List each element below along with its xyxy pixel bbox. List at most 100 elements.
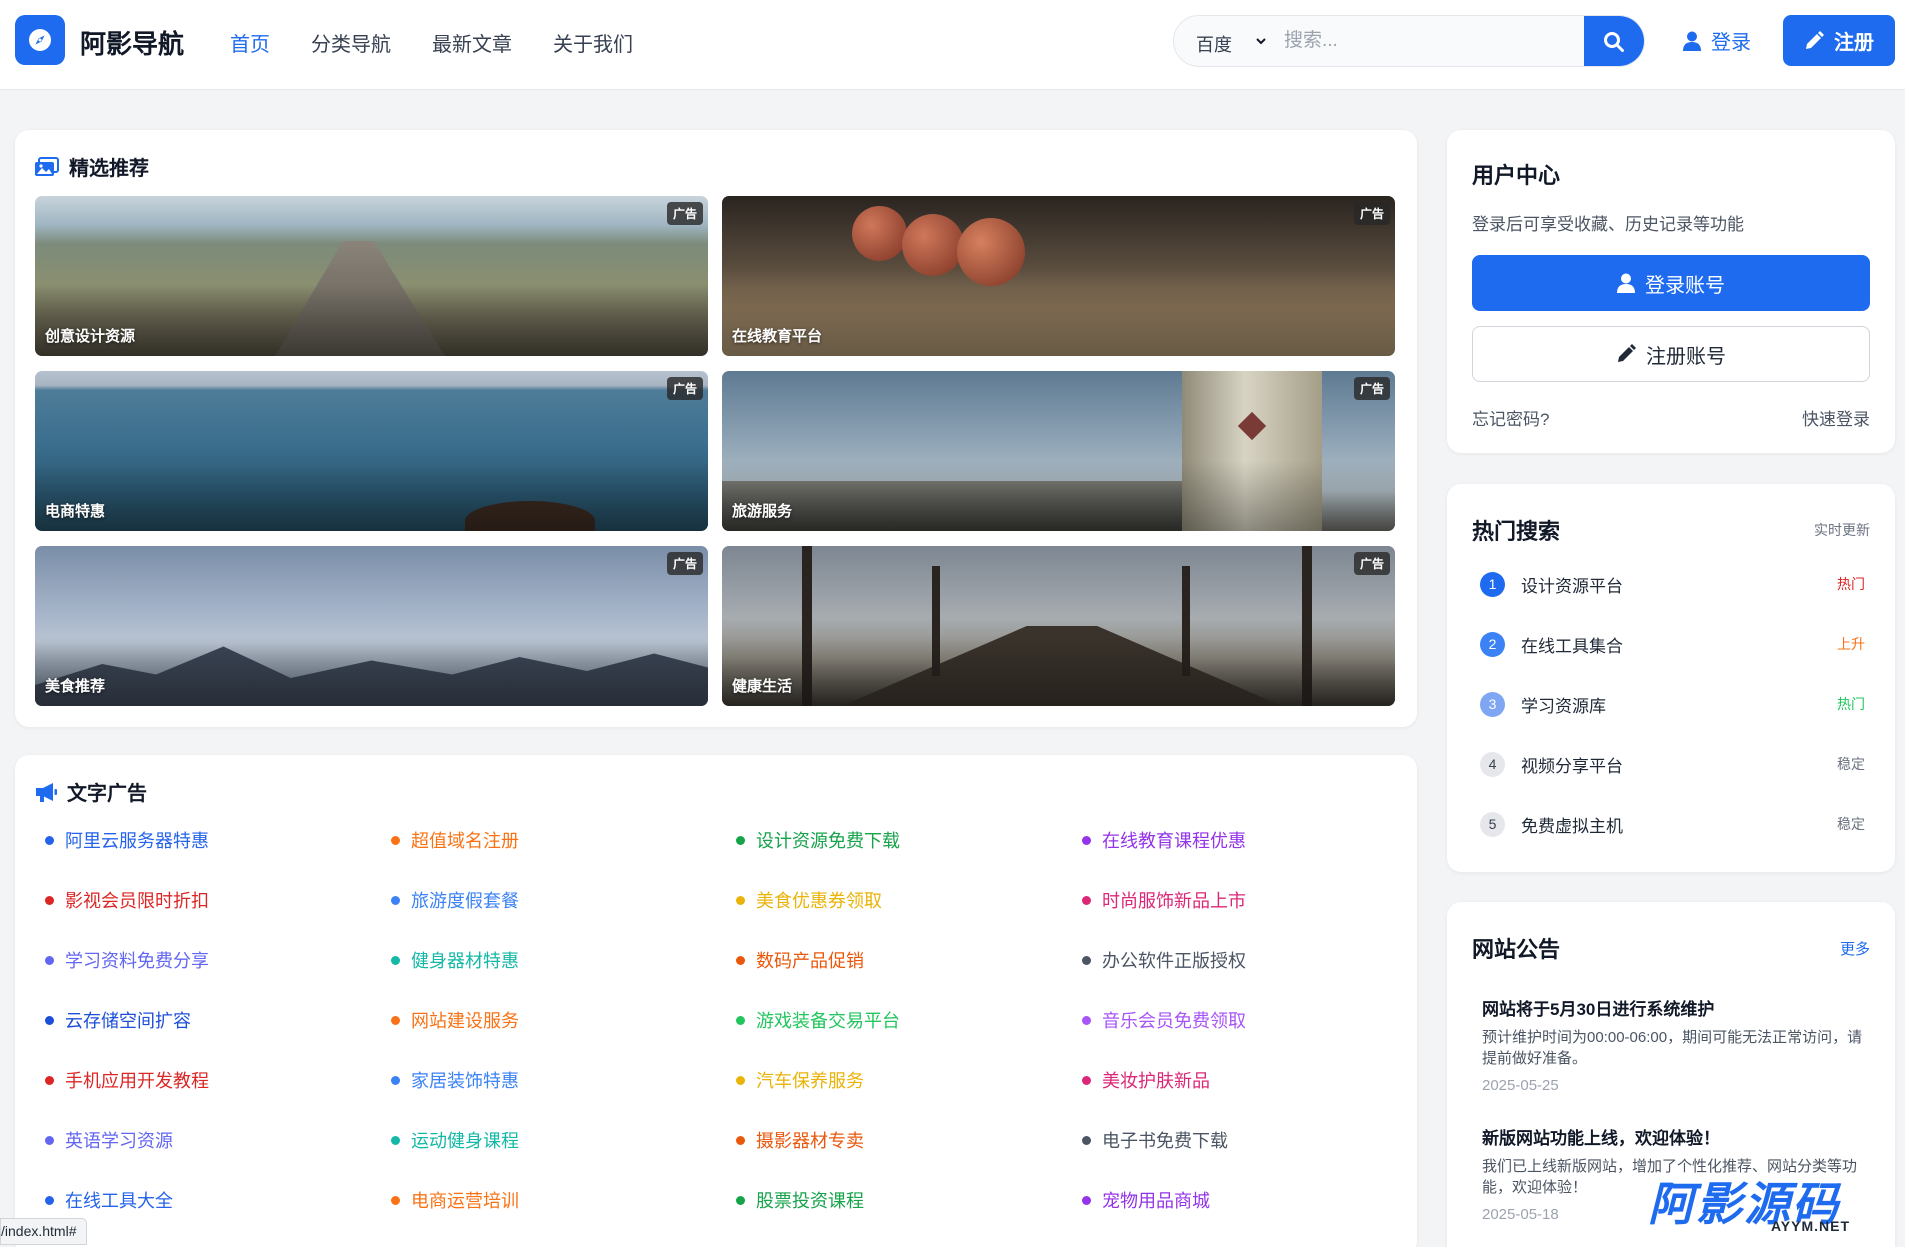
- featured-tile[interactable]: 广告 在线教育平台: [722, 196, 1395, 356]
- text-ad-link[interactable]: 云存储空间扩容: [45, 1007, 191, 1033]
- text-ad-label: 健身器材特惠: [411, 951, 519, 971]
- featured-tile[interactable]: 广告 电商特惠: [35, 371, 708, 531]
- text-ad-link[interactable]: 美妆护肤新品: [1082, 1067, 1210, 1093]
- text-ad-link[interactable]: 游戏装备交易平台: [736, 1007, 900, 1033]
- featured-title: 精选推荐: [35, 152, 149, 181]
- hot-search-title: 热门搜索: [1472, 519, 1561, 544]
- text-ad-label: 手机应用开发教程: [65, 1071, 209, 1091]
- search-button[interactable]: [1584, 16, 1644, 66]
- chevron-down-icon[interactable]: [1254, 34, 1268, 48]
- text-ad-link[interactable]: 学习资料免费分享: [45, 947, 209, 973]
- featured-tile[interactable]: 广告 美食推荐: [35, 546, 708, 706]
- text-ad-link[interactable]: 设计资源免费下载: [736, 827, 900, 853]
- announcement-title: 新版网站功能上线，欢迎体验！: [1482, 1129, 1720, 1148]
- text-ad-label: 游戏装备交易平台: [756, 1011, 900, 1031]
- text-ad-link[interactable]: 家居装饰特惠: [391, 1067, 519, 1093]
- user-icon: [1617, 273, 1635, 293]
- text-ad-link[interactable]: 旅游度假套餐: [391, 887, 519, 913]
- watermark-sub: AYYM.NET: [1770, 1218, 1850, 1234]
- text-ad-link[interactable]: 在线工具大全: [45, 1187, 173, 1213]
- register-button[interactable]: 注册: [1783, 15, 1895, 66]
- text-ad-label: 宠物用品商城: [1102, 1191, 1210, 1211]
- text-ad-label: 摄影器材专卖: [756, 1131, 864, 1151]
- text-ad-link[interactable]: 时尚服饰新品上市: [1082, 887, 1246, 913]
- bullet-dot-icon: [1082, 835, 1091, 845]
- nav-categories[interactable]: 分类导航: [311, 28, 391, 57]
- text-ad-link[interactable]: 宠物用品商城: [1082, 1187, 1210, 1213]
- announcements-more-link[interactable]: 更多: [1840, 938, 1870, 959]
- text-ad-label: 电子书免费下载: [1102, 1131, 1228, 1151]
- ball-shape: [957, 218, 1025, 286]
- hot-search-item[interactable]: 4 视频分享平台 稳定: [1480, 749, 1865, 779]
- announcement-item[interactable]: 网站将于5月30日进行系统维护 预计维护时间为00:00-06:00，期间可能无…: [1482, 995, 1867, 1094]
- text-ad-link[interactable]: 手机应用开发教程: [45, 1067, 209, 1093]
- forgot-password-link[interactable]: 忘记密码?: [1472, 405, 1549, 430]
- trend-tag: 稳定: [1837, 816, 1865, 832]
- text-ad-link[interactable]: 在线教育课程优惠: [1082, 827, 1246, 853]
- text-ads-card: 文字广告 阿里云服务器特惠 超值域名注册 设计资源免费下载 在线教育课程优惠影视会员限…: [15, 755, 1417, 1247]
- user-center-card: 用户中心 登录后可享受收藏、历史记录等功能 登录账号 注册账号 忘记密码? 快速…: [1447, 130, 1895, 453]
- nav-home[interactable]: 首页: [230, 28, 270, 57]
- text-ad-link[interactable]: 阿里云服务器特惠: [45, 827, 209, 853]
- text-ad-link[interactable]: 超值域名注册: [391, 827, 519, 853]
- text-ad-link[interactable]: 网站建设服务: [391, 1007, 519, 1033]
- text-ad-label: 在线教育课程优惠: [1102, 831, 1246, 851]
- text-ad-label: 美食优惠券领取: [756, 891, 882, 911]
- site-logo-text[interactable]: 阿影导航: [80, 24, 184, 61]
- featured-caption: 美食推荐: [45, 678, 106, 695]
- text-ad-link[interactable]: 影视会员限时折扣: [45, 887, 209, 913]
- bullet-dot-icon: [45, 1015, 54, 1025]
- nav-about-us[interactable]: 关于我们: [553, 28, 633, 57]
- text-ad-link[interactable]: 汽车保养服务: [736, 1067, 864, 1093]
- text-ad-link[interactable]: 运动健身课程: [391, 1127, 519, 1153]
- text-ad-link[interactable]: 办公软件正版授权: [1082, 947, 1246, 973]
- bullet-dot-icon: [736, 835, 745, 845]
- ad-badge: 广告: [666, 552, 703, 575]
- bullet-dot-icon: [736, 955, 745, 965]
- featured-caption: 健康生活: [732, 678, 793, 695]
- bullet-dot-icon: [736, 1075, 745, 1085]
- top-header: 阿影导航 首页 分类导航 最新文章 关于我们 百度 登录 注册: [0, 0, 1905, 90]
- featured-tile[interactable]: 广告 健康生活: [722, 546, 1395, 706]
- pencil-icon: [1618, 344, 1636, 362]
- text-ad-label: 英语学习资源: [65, 1131, 173, 1151]
- bullet-dot-icon: [1082, 895, 1091, 905]
- featured-tile[interactable]: 广告 创意设计资源: [35, 196, 708, 356]
- text-ad-link[interactable]: 健身器材特惠: [391, 947, 519, 973]
- login-account-button[interactable]: 登录账号: [1472, 255, 1870, 311]
- text-ad-label: 超值域名注册: [411, 831, 519, 851]
- compass-logo-icon[interactable]: [15, 15, 65, 65]
- nav-latest-articles[interactable]: 最新文章: [432, 28, 512, 57]
- text-ad-link[interactable]: 数码产品促销: [736, 947, 864, 973]
- search-input[interactable]: [1284, 26, 1534, 56]
- bullet-dot-icon: [391, 1075, 400, 1085]
- text-ads-title: 文字广告: [35, 777, 147, 806]
- text-ad-link[interactable]: 电商运营培训: [391, 1187, 519, 1213]
- search-engine-select[interactable]: 百度: [1196, 31, 1232, 57]
- text-ad-label: 家居装饰特惠: [411, 1071, 519, 1091]
- hot-search-item[interactable]: 2 在线工具集合 上升: [1480, 629, 1865, 659]
- hot-search-item[interactable]: 5 免费虚拟主机 稳定: [1480, 809, 1865, 839]
- hot-search-name: 视频分享平台: [1521, 756, 1623, 776]
- hot-search-card: 热门搜索 实时更新 1 设计资源平台 热门 2 在线工具集合 上升 3 学习资源库 热门 4 视频分…: [1447, 484, 1895, 872]
- trend-tag: 上升: [1837, 636, 1865, 652]
- text-ad-link[interactable]: 英语学习资源: [45, 1127, 173, 1153]
- text-ad-link[interactable]: 美食优惠券领取: [736, 887, 882, 913]
- bullet-dot-icon: [736, 895, 745, 905]
- text-ad-link[interactable]: 摄影器材专卖: [736, 1127, 864, 1153]
- hot-search-item[interactable]: 3 学习资源库 热门: [1480, 689, 1865, 719]
- login-link[interactable]: 登录: [1683, 26, 1751, 55]
- text-ad-label: 汽车保养服务: [756, 1071, 864, 1091]
- text-ad-link[interactable]: 股票投资课程: [736, 1187, 864, 1213]
- text-ad-link[interactable]: 电子书免费下载: [1082, 1127, 1228, 1153]
- bullet-dot-icon: [391, 955, 400, 965]
- hot-search-item[interactable]: 1 设计资源平台 热门: [1480, 569, 1865, 599]
- register-account-button[interactable]: 注册账号: [1472, 326, 1870, 382]
- featured-tile[interactable]: 广告 旅游服务: [722, 371, 1395, 531]
- bullet-dot-icon: [45, 955, 54, 965]
- register-label: 注册: [1834, 32, 1874, 54]
- text-ad-label: 办公软件正版授权: [1102, 951, 1246, 971]
- text-ad-link[interactable]: 音乐会员免费领取: [1082, 1007, 1246, 1033]
- bullet-dot-icon: [45, 1135, 54, 1145]
- quick-login-link[interactable]: 快速登录: [1802, 405, 1870, 430]
